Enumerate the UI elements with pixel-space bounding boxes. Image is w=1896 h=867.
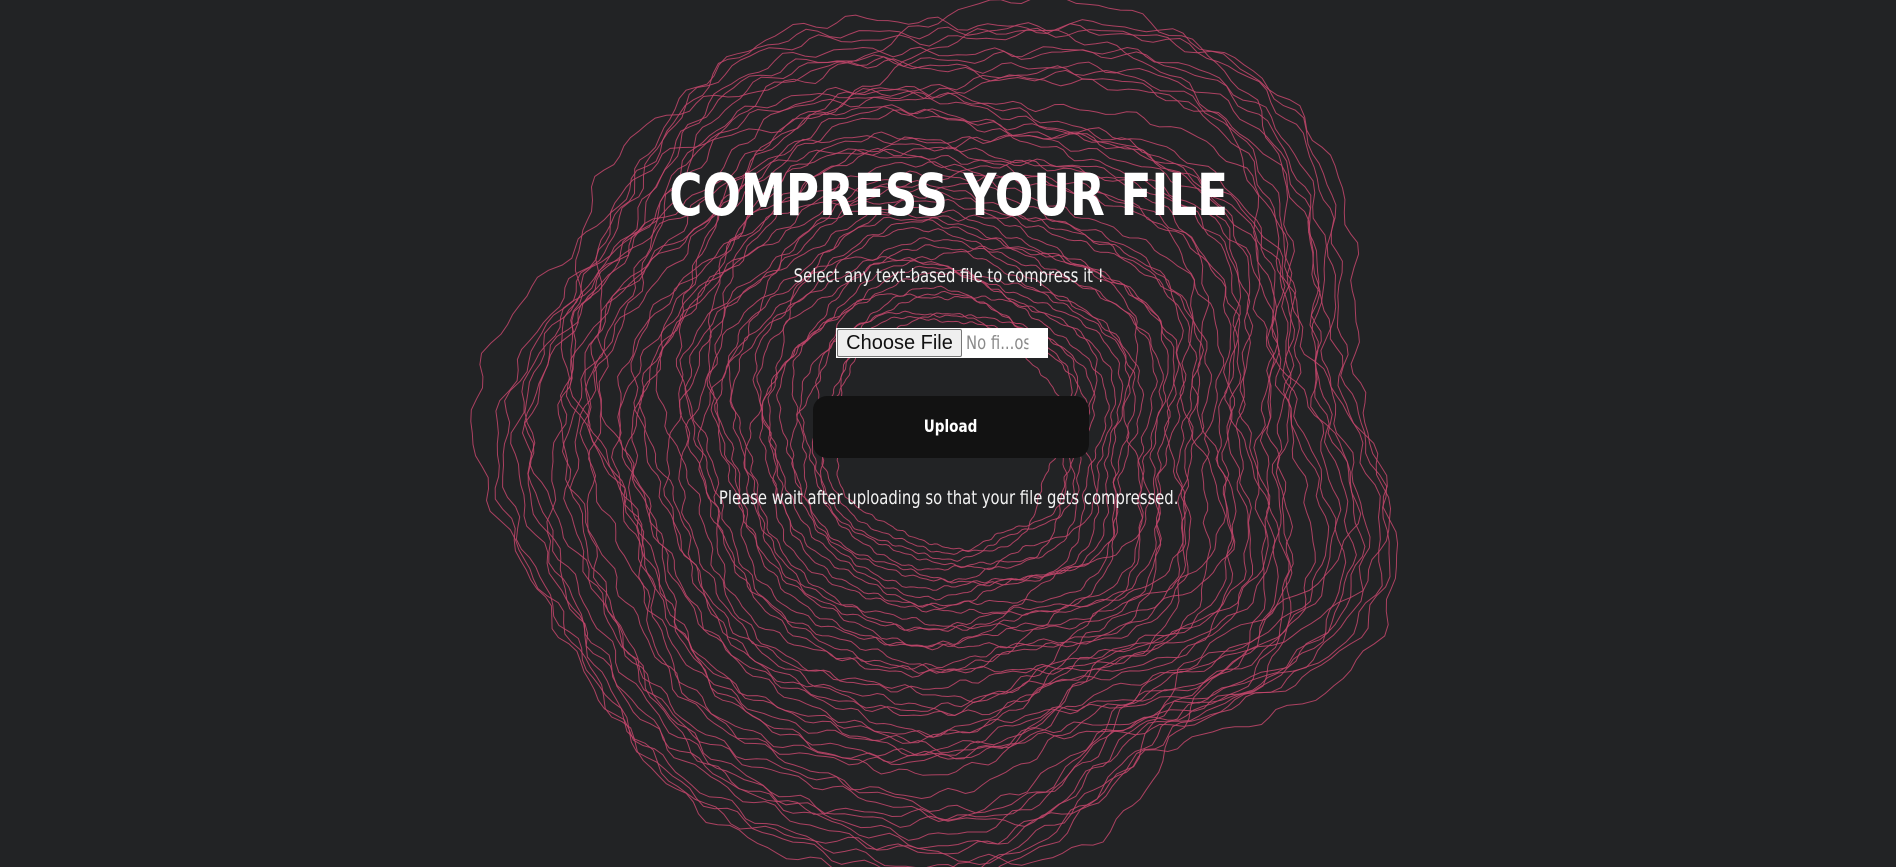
file-status-text: No fi...osen xyxy=(966,332,1028,354)
page-title: COMPRESS YOUR FILE xyxy=(669,161,1229,229)
main-content: COMPRESS YOUR FILE Select any text-based… xyxy=(0,0,1896,867)
choose-file-button[interactable]: Choose File xyxy=(837,329,962,357)
upload-button-label: Upload xyxy=(924,417,978,437)
page-subtitle: Select any text-based file to compress i… xyxy=(793,265,1104,287)
upload-note: Please wait after uploading so that your… xyxy=(718,487,1179,509)
file-input[interactable]: Choose File No fi...osen xyxy=(836,328,1048,358)
upload-button[interactable]: Upload xyxy=(813,396,1089,458)
